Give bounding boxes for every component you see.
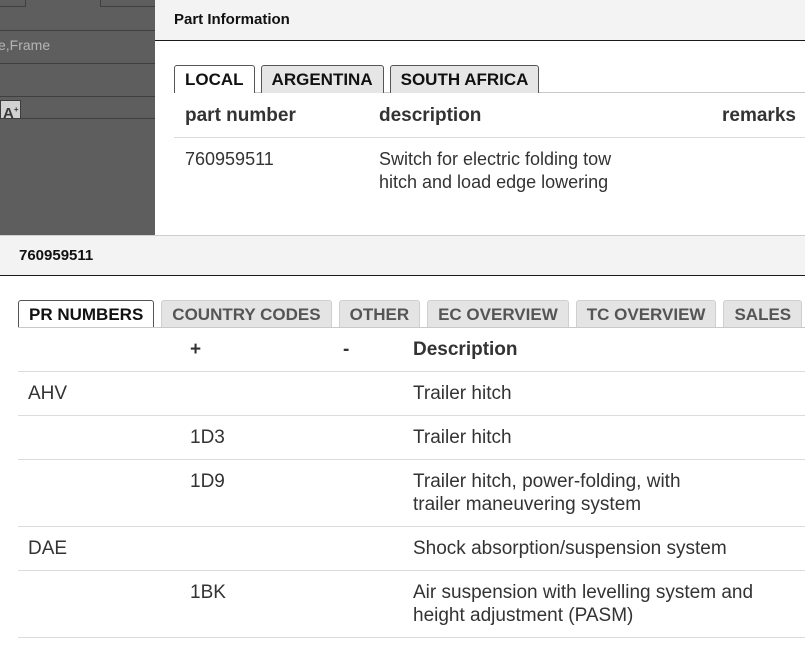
table-row[interactable]: AHV Trailer hitch (18, 372, 805, 416)
description-cell: Trailer hitch, power-folding, with trail… (413, 471, 681, 515)
background-divider (0, 118, 156, 119)
tab-other[interactable]: OTHER (338, 300, 421, 327)
tab-south-africa[interactable]: SOUTH AFRICA (389, 65, 540, 93)
background-divider (0, 96, 156, 97)
column-description[interactable]: Description (413, 339, 518, 361)
group-cell: AHV (28, 383, 68, 404)
column-plus[interactable]: + (190, 339, 201, 361)
plus-cell: 1D3 (190, 427, 225, 448)
detail-title: 760959511 (0, 235, 805, 276)
table-row[interactable]: 1BK Air suspension with levelling system… (18, 571, 805, 638)
tab-tc-overview[interactable]: TC OVERVIEW (575, 300, 717, 327)
tab-country-codes[interactable]: COUNTRY CODES (161, 300, 332, 327)
plus-cell: 1D9 (190, 471, 225, 492)
background-divider (0, 63, 156, 64)
table-row[interactable]: 1D9 Trailer hitch, power-folding, with t… (18, 460, 805, 527)
description-cell: Air suspension with levelling system and… (413, 582, 754, 626)
part-detail-panel: 760959511 PR NUMBERS COUNTRY CODES OTHER… (0, 235, 805, 657)
part-information-panel: Part Information LOCAL ARGENTINA SOUTH A… (155, 0, 805, 235)
column-minus[interactable]: - (343, 339, 349, 361)
description-cell: Trailer hitch (413, 427, 512, 448)
part-description-cell: Switch for electric folding tow hitch an… (379, 149, 612, 192)
description-cell: Shock absorption/suspension system (413, 538, 727, 559)
column-remarks[interactable]: remarks (722, 105, 796, 127)
part-information-title: Part Information (155, 0, 805, 41)
font-size-icon: A+ (0, 100, 21, 122)
part-table: part number description remarks 76095951… (174, 94, 805, 235)
tab-pr-numbers[interactable]: PR NUMBERS (18, 300, 155, 327)
part-number-cell: 760959511 (185, 149, 274, 169)
tab-sales[interactable]: SALES (723, 300, 803, 327)
background-field (100, 0, 160, 7)
column-description[interactable]: description (379, 105, 481, 127)
part-info-tabs: LOCAL ARGENTINA SOUTH AFRICA (174, 65, 805, 93)
table-row[interactable]: 1D3 Trailer hitch (18, 416, 805, 460)
description-cell: Trailer hitch (413, 383, 512, 404)
plus-cell: 1BK (190, 582, 226, 603)
group-cell: DAE (28, 538, 68, 559)
tab-ec-overview[interactable]: EC OVERVIEW (427, 300, 569, 327)
background-divider (0, 30, 156, 31)
tab-argentina[interactable]: ARGENTINA (260, 65, 384, 93)
column-part-number[interactable]: part number (185, 105, 296, 127)
tab-local[interactable]: LOCAL (174, 65, 255, 93)
pr-table-header: + - Description (18, 328, 805, 372)
detail-tabs: PR NUMBERS COUNTRY CODES OTHER EC OVERVI… (18, 300, 805, 328)
table-row[interactable]: DAE Shock absorption/suspension system (18, 527, 805, 571)
background-frame-label: e,Frame (0, 37, 51, 53)
part-table-header: part number description remarks (174, 94, 805, 138)
background-field (0, 0, 26, 7)
table-row[interactable]: 760959511 Switch for electric folding to… (174, 138, 805, 235)
pr-numbers-table: + - Description AHV Trailer hitch 1D3 Tr… (18, 328, 805, 638)
